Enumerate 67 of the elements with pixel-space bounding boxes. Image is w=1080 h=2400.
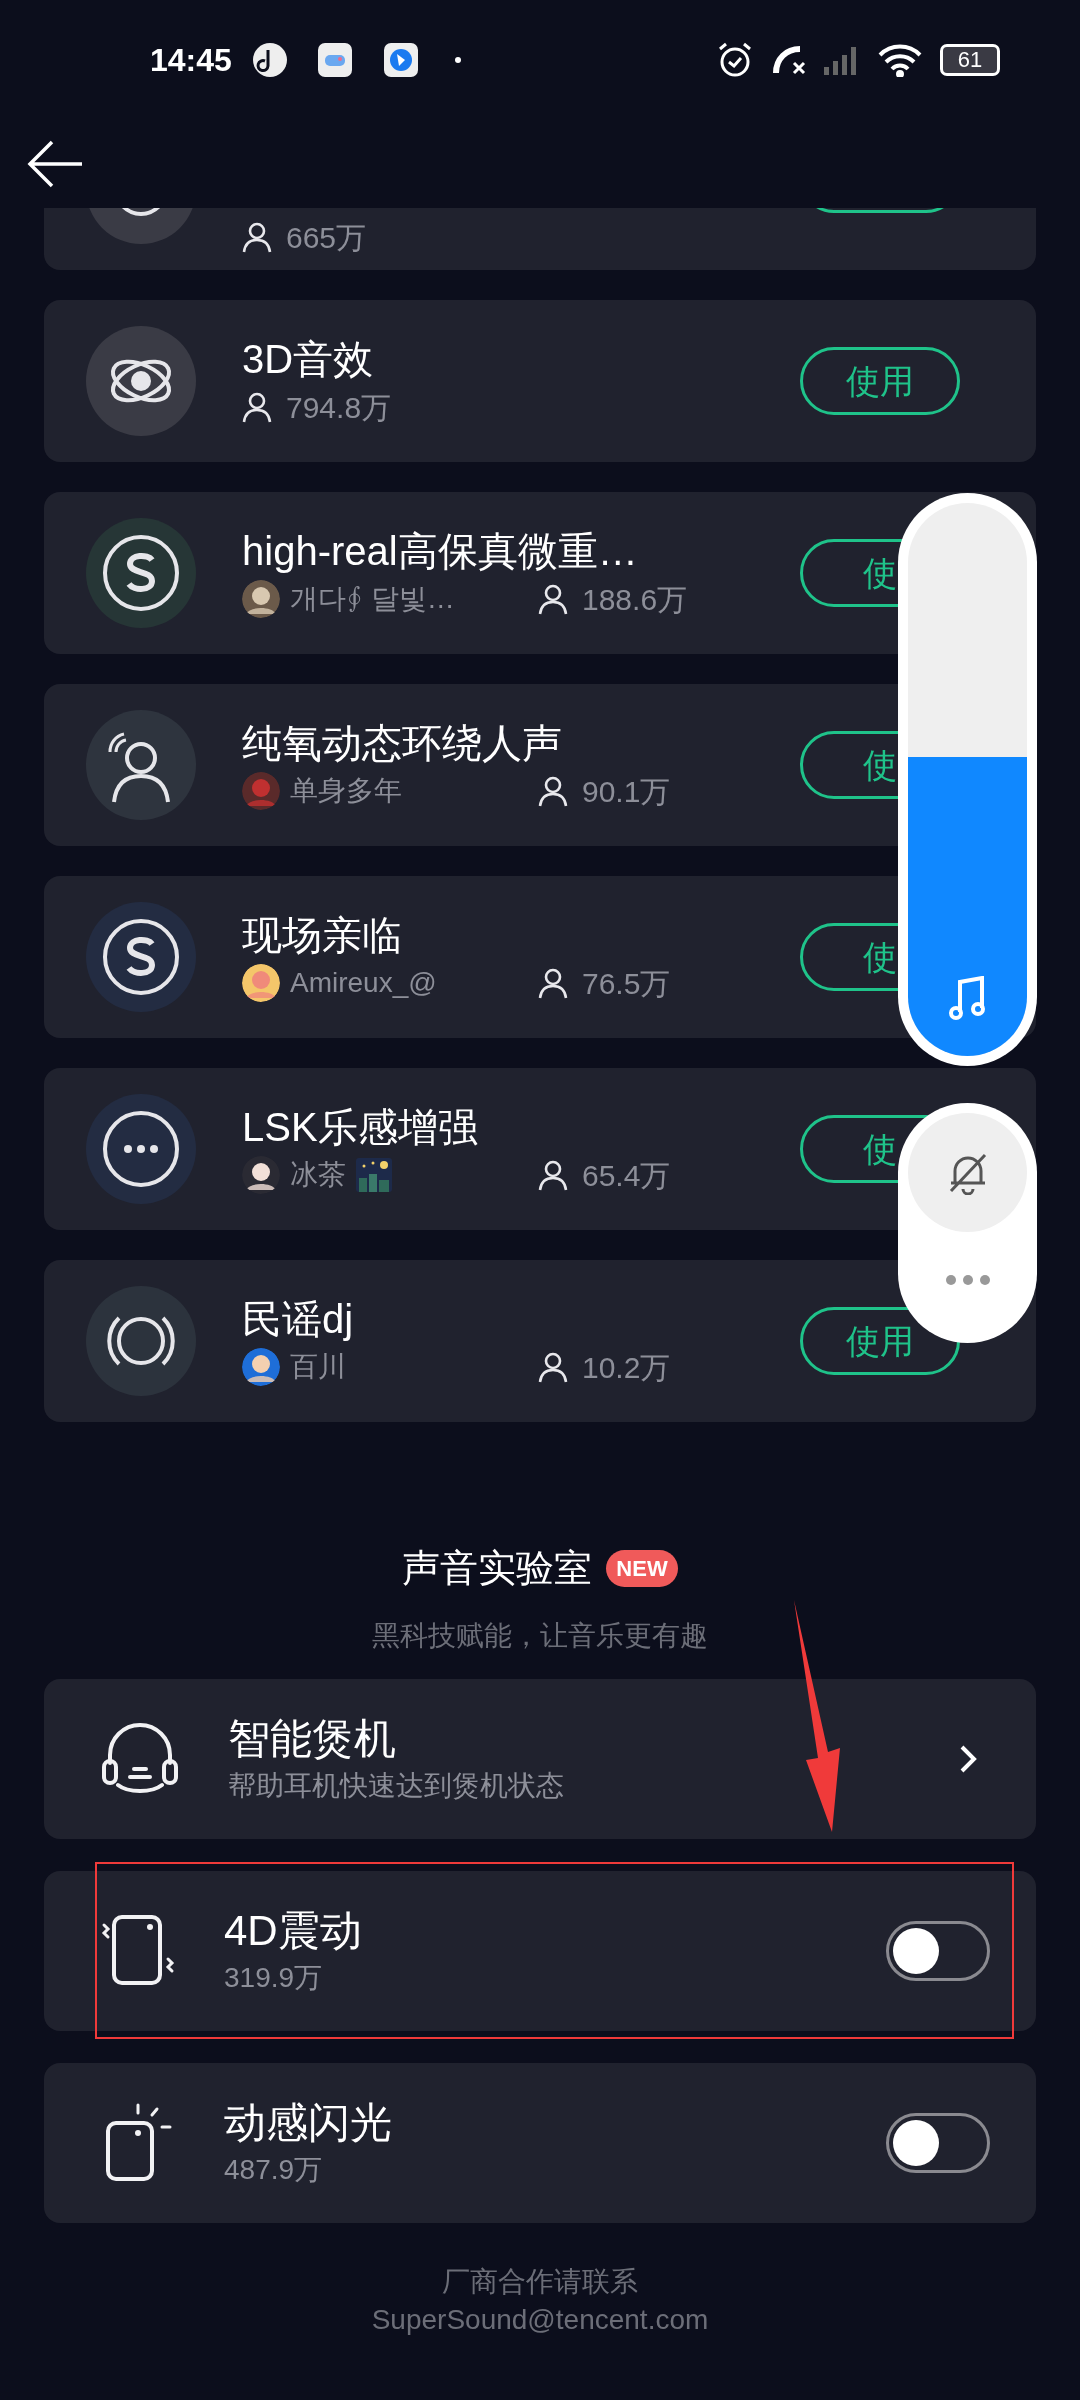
effect-title: LSK乐感增强 (242, 1104, 479, 1151)
lab-card[interactable]: 动感闪光 487.9万 (44, 2063, 1036, 2223)
user-count: 665万 (286, 219, 367, 256)
person-icon (242, 391, 272, 423)
orbit-icon (86, 326, 196, 436)
user-count: 76.5万 (582, 965, 671, 1002)
rings-icon (86, 1286, 196, 1396)
use-button[interactable]: 使用 (800, 347, 960, 415)
battery-level: 61 (957, 49, 983, 71)
lab-card[interactable]: 智能煲机 帮助耳机快速达到煲机状态 (44, 1679, 1036, 1839)
volume-popup[interactable] (898, 493, 1037, 1066)
author-name: 개다∮ 달빛… (290, 582, 455, 616)
alarm-icon (716, 41, 754, 79)
effect-title: 现场亲临 (242, 912, 403, 959)
author-name: 单身多年 (290, 774, 402, 808)
user-count: 188.6万 (582, 581, 688, 618)
person-icon (538, 583, 568, 615)
user-count: 794.8万 (286, 389, 392, 426)
s-circle-icon (86, 518, 196, 628)
toggle-switch[interactable] (886, 2113, 990, 2173)
back-arrow-icon[interactable] (26, 139, 84, 189)
status-time: 14:45 (150, 41, 232, 80)
section-subtitle: 黑科技赋能，让音乐更有趣 (372, 1619, 708, 1653)
user-count: 90.1万 (582, 773, 671, 810)
wifi-icon (878, 43, 922, 77)
author-name: 百川 (290, 1350, 346, 1384)
night-scene-icon (356, 1158, 392, 1192)
lab-title: 动感闪光 (224, 2098, 393, 2148)
more-circle-icon (86, 1094, 196, 1204)
person-icon (538, 775, 568, 807)
lab-title: 4D震动 (224, 1906, 363, 1956)
user-count: 10.2万 (582, 1349, 671, 1386)
person-icon (538, 967, 568, 999)
lab-subtitle: 帮助耳机快速达到煲机状态 (228, 1769, 565, 1803)
person-icon (538, 1351, 568, 1383)
lab-subtitle: 319.9万 (224, 1961, 324, 1995)
footer-text: 厂商合作请联系 (442, 2265, 638, 2299)
game-app-icon (317, 43, 352, 77)
effect-card[interactable]: 民谣dj 百川 10.2万 使用 (44, 1260, 1036, 1422)
music-note-icon (947, 976, 988, 1022)
chevron-right-icon[interactable] (958, 1744, 978, 1774)
person-icon (538, 1159, 568, 1191)
effect-card[interactable]: LSK乐感增强 冰茶 65.4万 使 (44, 1068, 1036, 1230)
toggle-switch[interactable] (886, 1921, 990, 1981)
music-app-icon (251, 42, 288, 78)
new-badge: NEW (606, 1550, 678, 1587)
lab-card[interactable]: 4D震动 319.9万 (44, 1871, 1036, 2031)
effect-card[interactable]: 3D音效 794.8万 使用 (44, 300, 1036, 462)
lab-title: 智能煲机 (228, 1714, 397, 1764)
person-waves-icon (86, 710, 196, 820)
user-count: 65.4万 (582, 1157, 671, 1194)
effect-title: 3D音效 (242, 336, 375, 383)
dot-icon (453, 56, 462, 64)
author-name: Amireux_@ (290, 966, 437, 1000)
person-icon (242, 221, 272, 253)
more-icon[interactable] (944, 1274, 991, 1286)
section-title: 声音实验室 (402, 1546, 593, 1591)
effect-title: 民谣dj (242, 1296, 355, 1343)
author-name: 冰茶 (290, 1158, 346, 1192)
effect-title: 纯氧动态环绕人声 (242, 720, 563, 767)
lab-subtitle: 487.9万 (224, 2153, 324, 2187)
effect-title: high-real高保真微重… (242, 528, 639, 575)
effect-card[interactable]: 665万 (44, 208, 1036, 270)
s-circle-icon (86, 902, 196, 1012)
call-off-icon (772, 43, 808, 77)
bird-app-icon (383, 43, 418, 77)
footer-email: SuperSound@tencent.com (371, 2303, 709, 2337)
